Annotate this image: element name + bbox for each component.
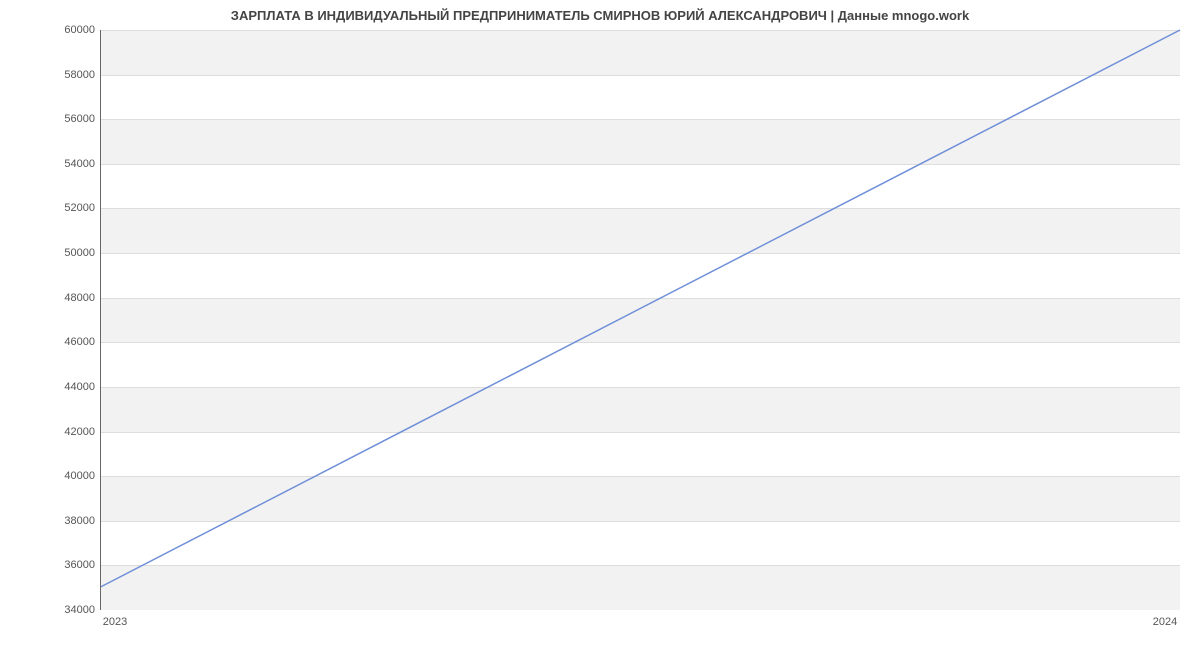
y-tick-label: 42000 — [55, 426, 95, 438]
plot-area — [100, 30, 1180, 610]
y-tick-label: 34000 — [55, 604, 95, 616]
series-line — [101, 30, 1180, 609]
y-tick-label: 50000 — [55, 247, 95, 259]
y-tick-label: 38000 — [55, 515, 95, 527]
y-tick-label: 58000 — [55, 69, 95, 81]
y-tick-label: 48000 — [55, 292, 95, 304]
x-tick-label: 2024 — [1153, 616, 1177, 628]
y-tick-label: 52000 — [55, 202, 95, 214]
y-tick-label: 40000 — [55, 470, 95, 482]
salary-chart: ЗАРПЛАТА В ИНДИВИДУАЛЬНЫЙ ПРЕДПРИНИМАТЕЛ… — [0, 0, 1200, 650]
y-tick-label: 60000 — [55, 24, 95, 36]
y-tick-label: 54000 — [55, 158, 95, 170]
y-tick-label: 46000 — [55, 336, 95, 348]
y-tick-label: 36000 — [55, 559, 95, 571]
y-tick-label: 44000 — [55, 381, 95, 393]
chart-title: ЗАРПЛАТА В ИНДИВИДУАЛЬНЫЙ ПРЕДПРИНИМАТЕЛ… — [0, 8, 1200, 23]
y-tick-label: 56000 — [55, 113, 95, 125]
x-tick-label: 2023 — [103, 616, 127, 628]
